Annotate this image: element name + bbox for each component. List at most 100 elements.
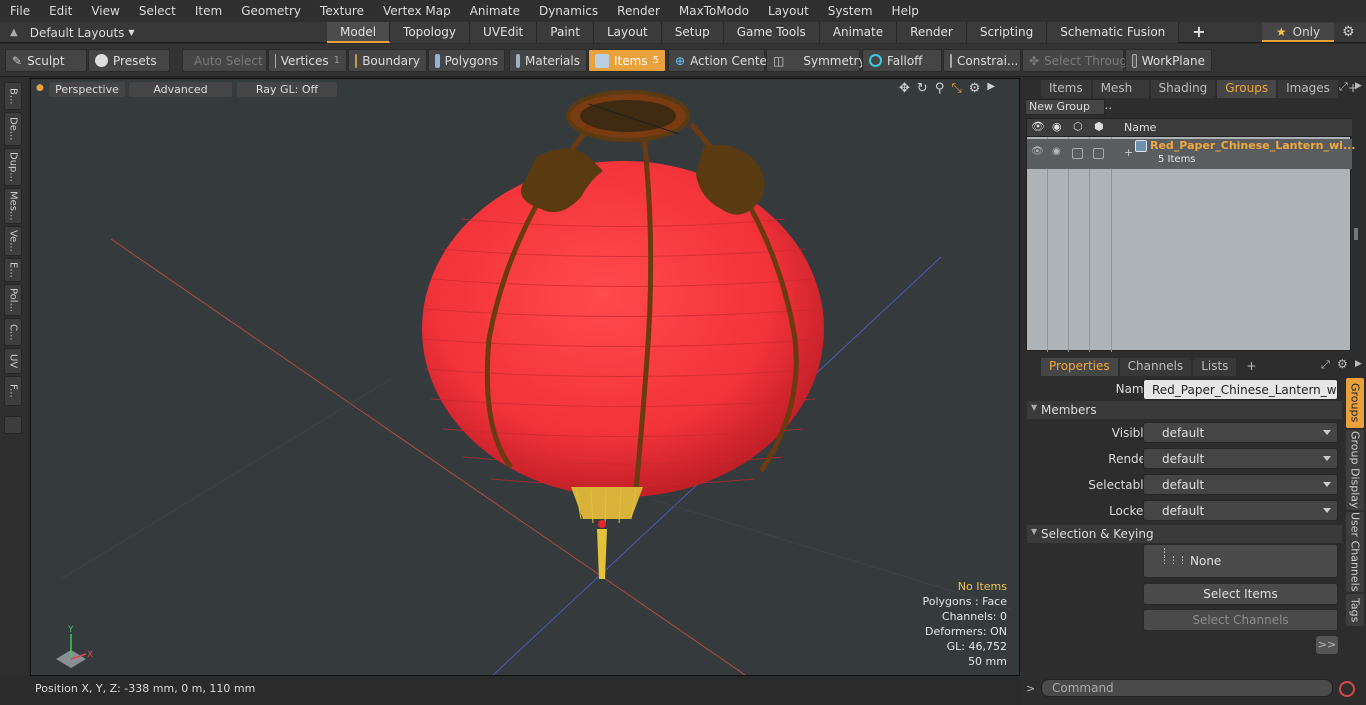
row-lock-checkbox[interactable] — [1093, 148, 1104, 159]
symmetry-button[interactable]: ◫ Symmetry — [766, 49, 866, 72]
props-gear-icon[interactable]: ⚙ — [1337, 357, 1348, 371]
props-arrow-icon[interactable]: ▶ — [1355, 359, 1362, 369]
fit-view-icon[interactable]: ⤡ — [951, 81, 961, 96]
menu-item[interactable]: Item — [185, 0, 231, 22]
more-button[interactable]: >> — [1316, 636, 1338, 654]
tab-animate[interactable]: Animate — [819, 22, 898, 43]
side-tab-group-display[interactable]: Group Display — [1346, 430, 1364, 510]
tab-shading[interactable]: Shading — [1150, 80, 1216, 98]
viewport-menu-arrow-icon[interactable]: ▶ — [987, 81, 995, 96]
left-tab-extra[interactable] — [4, 416, 22, 434]
row-selectable-checkbox[interactable] — [1072, 148, 1083, 159]
left-tab-duplicate[interactable]: Dup... — [4, 148, 22, 186]
left-tab-deform[interactable]: De... — [4, 112, 22, 146]
row-render-icon[interactable]: ◉ — [1052, 146, 1061, 157]
rotate-view-icon[interactable]: ↻ — [917, 81, 928, 96]
action-center-button[interactable]: ⊕ Action Center — [668, 49, 772, 72]
select-channels-button[interactable]: Select Channels — [1143, 609, 1338, 631]
perspective-button[interactable]: Perspective — [49, 82, 125, 97]
sculpt-button[interactable]: ✎ Sculpt — [5, 49, 87, 72]
side-tab-tags[interactable]: Tags — [1346, 594, 1364, 626]
tab-layout[interactable]: Layout — [593, 22, 662, 43]
falloff-button[interactable]: Falloff — [862, 49, 942, 72]
3d-viewport[interactable]: Y X ● Perspective Advanced Ray GL: Off ✥… — [30, 78, 1020, 676]
tab-model[interactable]: Model — [327, 22, 391, 43]
side-tab-user-channels[interactable]: User Channels — [1346, 512, 1364, 592]
zoom-view-icon[interactable]: ⚲ — [935, 81, 945, 96]
menu-animate[interactable]: Animate — [460, 0, 529, 22]
command-input[interactable]: Command — [1041, 679, 1333, 697]
expand-plus-icon[interactable]: + — [1124, 146, 1133, 159]
menu-geometry[interactable]: Geometry — [231, 0, 310, 22]
presets-button[interactable]: Presets — [88, 49, 170, 72]
group-name[interactable]: Red_Paper_Chinese_Lantern_wi... — [1150, 139, 1355, 152]
menu-select[interactable]: Select — [129, 0, 185, 22]
viewport-dot-icon[interactable]: ● — [36, 83, 44, 93]
left-tab-vertex[interactable]: Ve... — [4, 226, 22, 256]
menu-view[interactable]: View — [81, 0, 128, 22]
menu-edit[interactable]: Edit — [39, 0, 81, 22]
list-scroll-handle[interactable] — [1354, 228, 1358, 240]
left-tab-polygon[interactable]: Pol... — [4, 284, 22, 316]
expand-props-icon[interactable]: ⤢ — [1321, 358, 1330, 372]
tab-paint[interactable]: Paint — [537, 22, 594, 43]
selection-keying-collapse-icon[interactable]: ▼ — [1031, 527, 1037, 536]
tab-setup[interactable]: Setup — [661, 22, 724, 43]
none-keying-button[interactable]: ⋮ ⋮⋮⋮ None — [1143, 544, 1338, 578]
menu-dynamics[interactable]: Dynamics — [529, 0, 607, 22]
render-dropdown[interactable]: default — [1143, 448, 1338, 469]
left-tab-fusion[interactable]: F... — [4, 376, 22, 406]
selectable-dropdown[interactable]: default — [1143, 474, 1338, 495]
visible-dropdown[interactable]: default — [1143, 422, 1338, 443]
tab-groups[interactable]: Groups — [1217, 80, 1277, 98]
menu-vertex-map[interactable]: Vertex Map — [373, 0, 460, 22]
tab-scripting[interactable]: Scripting — [966, 22, 1048, 43]
expand-panel-icon[interactable]: ⤢ — [1339, 80, 1348, 94]
boundary-button[interactable]: Boundary — [348, 49, 427, 72]
selection-keying-section[interactable]: Selection & Keying — [1027, 525, 1342, 543]
panel-arrow-icon[interactable]: ▶ — [1355, 81, 1362, 91]
group-row[interactable]: 👁 ◉ + Red_Paper_Chinese_Lantern_wi... 5 … — [1027, 139, 1355, 169]
tab-schematic-fusion[interactable]: Schematic Fusion — [1047, 22, 1180, 43]
tab-topology[interactable]: Topology — [390, 22, 471, 43]
locked-dropdown[interactable]: default — [1143, 500, 1338, 521]
layout-toggle-icon[interactable]: ▲ — [10, 27, 18, 38]
record-macro-icon[interactable] — [1339, 681, 1355, 697]
shading-button[interactable]: Advanced — [129, 82, 232, 97]
tab-uvedit[interactable]: UVEdit — [470, 22, 538, 43]
left-tab-basic[interactable]: B... — [4, 82, 22, 110]
move-view-icon[interactable]: ✥ — [899, 81, 910, 96]
menu-render[interactable]: Render — [607, 0, 669, 22]
polygons-button[interactable]: Polygons — [428, 49, 505, 72]
menu-layout[interactable]: Layout — [758, 0, 818, 22]
vertices-button[interactable]: Vertices 1 — [268, 49, 347, 72]
only-button[interactable]: ★ Only — [1262, 23, 1334, 42]
render-icon[interactable]: ◉ — [1052, 120, 1062, 133]
tab-images[interactable]: Images — [1278, 80, 1338, 98]
left-tab-edge[interactable]: E... — [4, 258, 22, 282]
selectable-icon[interactable]: ⬡ — [1073, 120, 1083, 133]
tab-render[interactable]: Render — [897, 22, 967, 43]
add-tab-button[interactable]: + — [1179, 22, 1218, 43]
name-field[interactable]: Red_Paper_Chinese_Lantern_with_Ta — [1143, 379, 1338, 400]
name-column-header[interactable]: Name — [1124, 121, 1156, 134]
members-section[interactable]: Members — [1027, 401, 1342, 419]
layouts-dropdown[interactable]: ▲ Default Layouts ▼ — [0, 22, 330, 43]
select-through-button[interactable]: ✤ Select Through — [1022, 49, 1135, 72]
viewport-gear-icon[interactable]: ⚙ — [969, 81, 981, 96]
left-tab-uv[interactable]: UV — [4, 348, 22, 374]
gear-icon[interactable]: ⚙ — [1342, 24, 1355, 40]
tab-mesh[interactable]: Mesh ... — [1092, 80, 1149, 112]
new-group-button[interactable]: New Group — [1025, 99, 1105, 115]
menu-texture[interactable]: Texture — [310, 0, 373, 22]
select-items-button[interactable]: Select Items — [1143, 583, 1338, 605]
constraints-button[interactable]: Constrai... — [943, 49, 1021, 72]
materials-button[interactable]: Materials — [509, 49, 587, 72]
tab-items[interactable]: Items — [1041, 80, 1091, 98]
menu-file[interactable]: File — [0, 0, 39, 22]
menu-help[interactable]: Help — [882, 0, 928, 22]
menu-maxtomodo[interactable]: MaxToModo — [669, 0, 758, 22]
menu-system[interactable]: System — [818, 0, 882, 22]
members-collapse-icon[interactable]: ▼ — [1031, 403, 1037, 412]
left-tab-mesh[interactable]: Mes... — [4, 188, 22, 224]
